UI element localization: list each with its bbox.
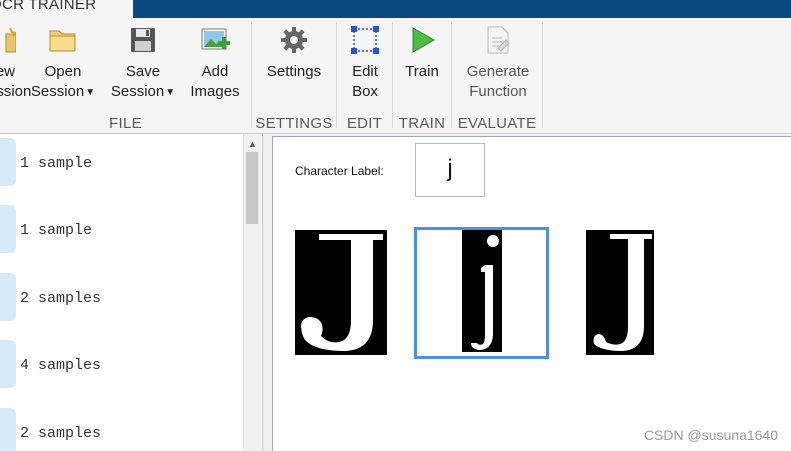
open-session-button[interactable]: Open Session▼ — [28, 24, 98, 103]
sample-count: 2 samples — [20, 290, 102, 307]
folder-icon — [47, 24, 79, 56]
sample-list-panel: 1 sample 1 sample 2 samples 4 samples 2 … — [0, 134, 263, 450]
sample-image[interactable] — [295, 230, 387, 360]
add-image-icon — [199, 24, 231, 56]
sample-image[interactable] — [586, 230, 654, 360]
selection-highlight — [414, 227, 549, 359]
save-session-label-1: Save — [125, 63, 161, 80]
play-icon — [406, 24, 438, 56]
generate-function-label-2: Function — [469, 83, 527, 100]
list-item-thumbnail — [0, 138, 16, 186]
evaluate-group-label: EVALUATE — [457, 115, 537, 132]
list-item[interactable]: 2 samples — [0, 408, 243, 450]
open-session-label-2: Session — [30, 83, 85, 100]
tab-ocr-trainer[interactable]: OCR TRAINER — [0, 0, 133, 18]
edit-box-label-1: Edit — [352, 63, 378, 80]
train-group-label: TRAIN — [398, 115, 446, 132]
open-session-label-1: Open — [44, 63, 82, 80]
save-icon — [127, 24, 159, 56]
character-label-input[interactable]: j — [415, 143, 485, 197]
list-item-thumbnail — [0, 205, 16, 253]
train-button[interactable]: Train — [398, 24, 446, 82]
train-label: Train — [405, 63, 439, 80]
train-group: Train TRAIN — [393, 18, 451, 133]
chevron-down-icon: ▼ — [165, 87, 176, 98]
new-session-button[interactable]: New Session — [0, 24, 32, 102]
list-item[interactable]: 1 sample — [0, 205, 243, 257]
scroll-up-arrow-icon[interactable]: ▲ — [244, 138, 261, 150]
save-session-button[interactable]: Save Session▼ — [108, 24, 178, 103]
file-group: New Session Open Session▼ Save Session▼ … — [0, 18, 251, 133]
list-item[interactable]: 4 samples — [0, 340, 243, 392]
save-session-label-2: Session — [110, 83, 165, 100]
toolstrip: New Session Open Session▼ Save Session▼ … — [0, 18, 791, 134]
edit-box-button[interactable]: Edit Box — [341, 24, 389, 102]
bounding-box-icon — [349, 24, 381, 56]
panel-splitter[interactable] — [263, 134, 272, 450]
new-session-icon — [0, 24, 18, 56]
sample-editor-panel: Character Label: j CSDN @susuna1640 — [272, 136, 791, 451]
character-label-caption: Character Label: — [295, 164, 384, 178]
tab-title: OCR TRAINER — [0, 0, 97, 13]
list-item[interactable]: 1 sample — [0, 138, 243, 190]
generate-function-button[interactable]: Generate Function — [456, 24, 540, 102]
list-item[interactable]: 2 samples — [0, 273, 243, 325]
list-item-thumbnail — [0, 273, 16, 321]
add-images-button[interactable]: Add Images — [186, 24, 244, 102]
list-item-thumbnail — [0, 340, 16, 388]
vertical-scrollbar[interactable]: ▲ — [243, 134, 261, 450]
sample-count: 2 samples — [20, 425, 102, 442]
edit-box-label-2: Box — [352, 83, 378, 100]
settings-group: Settings SETTINGS — [252, 18, 336, 133]
new-session-label-2: Session — [0, 83, 32, 100]
sample-count: 1 sample — [20, 155, 93, 172]
add-images-label-2: Images — [190, 83, 240, 100]
group-divider — [542, 22, 543, 128]
new-session-label-1: New — [0, 63, 15, 80]
gear-icon — [278, 24, 310, 56]
chevron-down-icon: ▼ — [85, 87, 96, 98]
settings-group-label: SETTINGS — [255, 115, 333, 132]
add-images-label-1: Add — [201, 63, 229, 80]
generate-function-label-1: Generate — [466, 63, 530, 80]
settings-button[interactable]: Settings — [258, 24, 330, 82]
sample-count: 1 sample — [20, 222, 93, 239]
list-item-thumbnail — [0, 408, 16, 450]
generate-function-icon — [482, 24, 514, 56]
edit-group-label: EDIT — [346, 115, 383, 132]
watermark: CSDN @susuna1640 — [643, 427, 778, 443]
scrollbar-thumb[interactable] — [246, 152, 258, 224]
edit-group: Edit Box EDIT — [337, 18, 392, 133]
sample-count: 4 samples — [20, 357, 102, 374]
settings-label: Settings — [266, 63, 322, 80]
evaluate-group: Generate Function EVALUATE — [452, 18, 542, 133]
file-group-label: FILE — [109, 115, 142, 132]
